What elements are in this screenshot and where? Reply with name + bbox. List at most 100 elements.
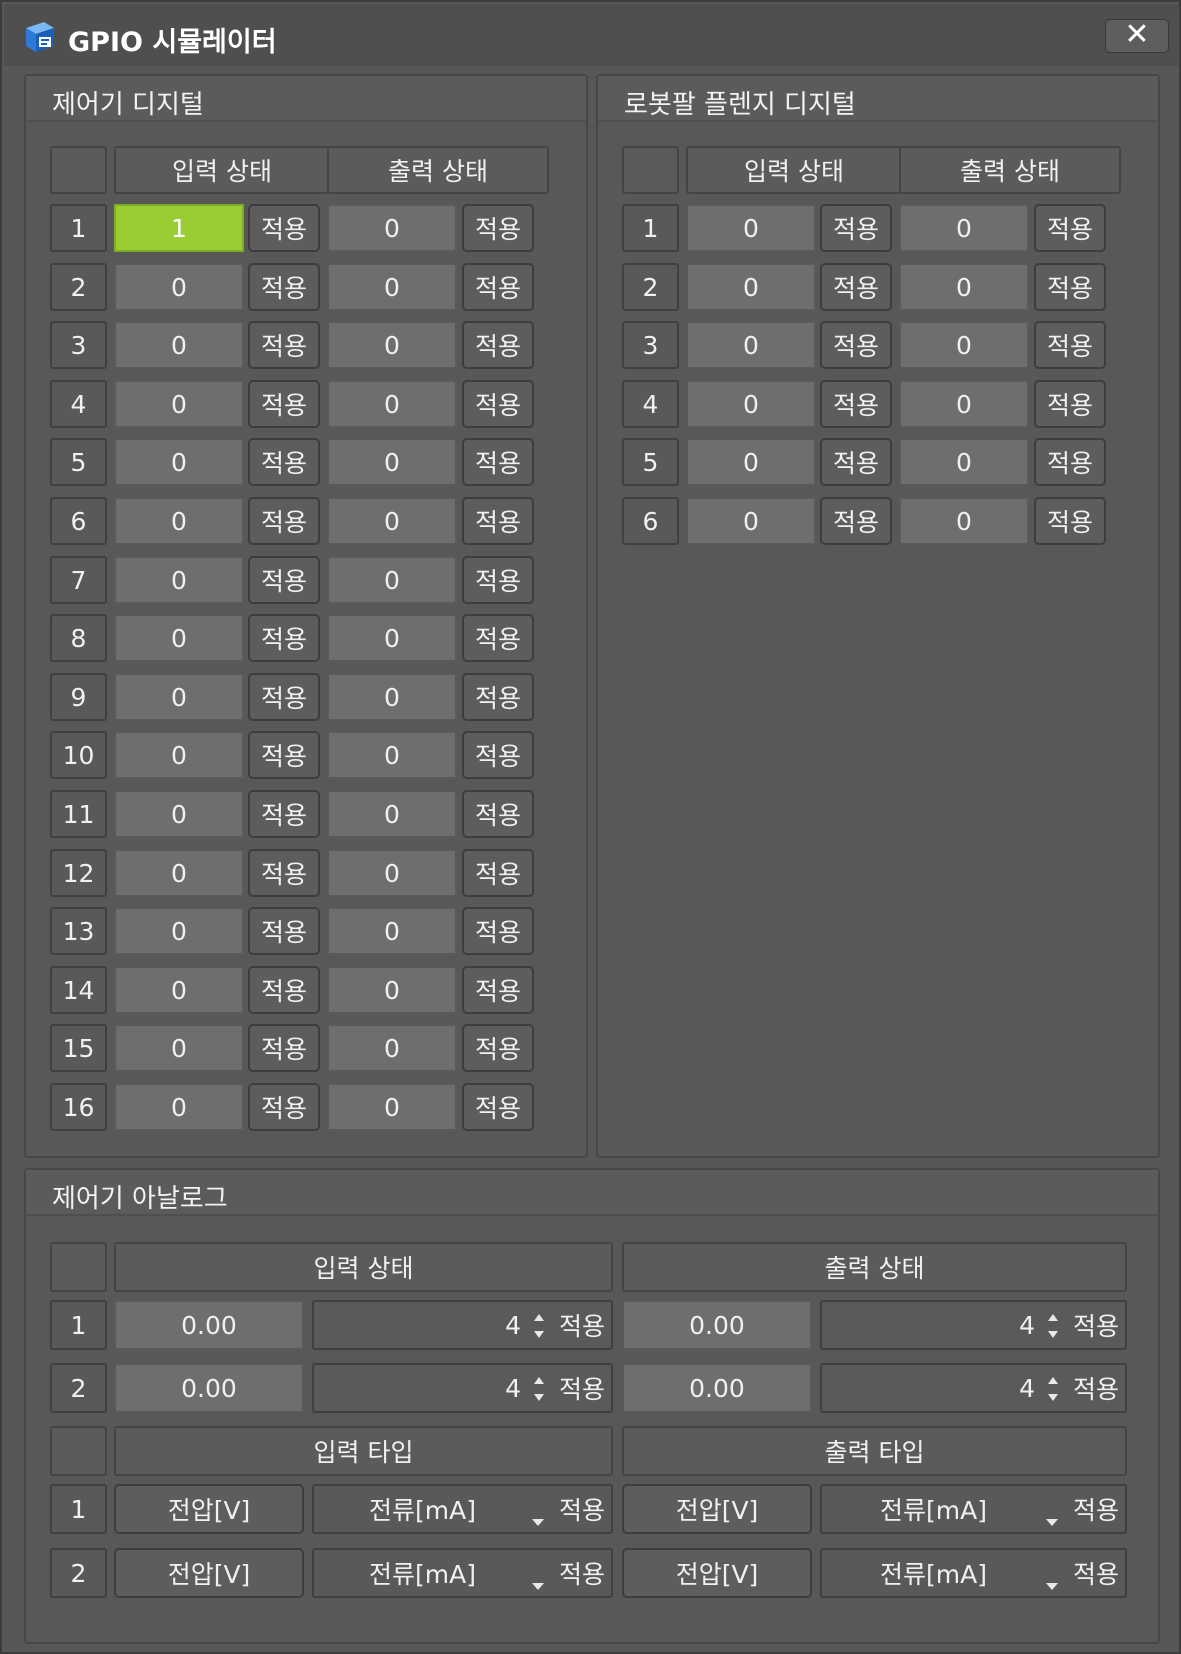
output-state-field[interactable]: 0 xyxy=(327,380,457,428)
output-apply-button[interactable]: 적용 xyxy=(462,849,534,897)
output-apply-button[interactable]: 적용 xyxy=(462,1024,534,1072)
output-apply-button[interactable]: 적용 xyxy=(462,907,534,955)
input-apply-button[interactable]: 적용 xyxy=(248,907,320,955)
output-type-combobox[interactable]: 전류[mA] 적용 xyxy=(820,1484,1127,1534)
output-apply-button[interactable]: 적용 xyxy=(462,614,534,662)
output-state-field[interactable]: 0 xyxy=(327,1024,457,1072)
input-state-field[interactable]: 0 xyxy=(114,1083,244,1131)
input-type-apply-button[interactable]: 적용 xyxy=(559,1486,605,1532)
output-state-field[interactable]: 0 xyxy=(327,1083,457,1131)
input-apply-button[interactable]: 적용 xyxy=(559,1302,605,1348)
output-state-field[interactable]: 0 xyxy=(899,204,1029,252)
input-apply-button[interactable]: 적용 xyxy=(248,1024,320,1072)
output-state-field[interactable]: 0 xyxy=(327,731,457,779)
input-apply-button[interactable]: 적용 xyxy=(820,438,892,486)
output-state-field[interactable]: 0 xyxy=(327,438,457,486)
input-apply-button[interactable]: 적용 xyxy=(820,321,892,369)
output-spinbox[interactable]: 4 적용 xyxy=(820,1363,1127,1413)
input-state-field[interactable]: 0 xyxy=(114,263,244,311)
output-state-field[interactable]: 0 xyxy=(327,673,457,721)
input-spinbox[interactable]: 4 적용 xyxy=(312,1300,613,1350)
input-apply-button[interactable]: 적용 xyxy=(248,966,320,1014)
input-state-field[interactable]: 0 xyxy=(686,263,816,311)
output-state-field[interactable]: 0 xyxy=(899,263,1029,311)
chevron-down-icon[interactable] xyxy=(531,1568,545,1590)
output-state-field[interactable]: 0 xyxy=(899,438,1029,486)
output-type-apply-button[interactable]: 적용 xyxy=(1073,1486,1119,1532)
output-spinbox[interactable]: 4 적용 xyxy=(820,1300,1127,1350)
close-button[interactable]: ✕ xyxy=(1105,19,1169,53)
output-state-field[interactable]: 0 xyxy=(327,263,457,311)
output-state-field[interactable]: 0 xyxy=(327,614,457,662)
input-state-field[interactable]: 0 xyxy=(114,438,244,486)
input-apply-button[interactable]: 적용 xyxy=(248,204,320,252)
input-state-field[interactable]: 0 xyxy=(686,380,816,428)
input-spinbox[interactable]: 4 적용 xyxy=(312,1363,613,1413)
input-state-field[interactable]: 0 xyxy=(686,321,816,369)
output-apply-button[interactable]: 적용 xyxy=(462,321,534,369)
input-apply-button[interactable]: 적용 xyxy=(248,380,320,428)
input-apply-button[interactable]: 적용 xyxy=(248,1083,320,1131)
input-state-field[interactable]: 0 xyxy=(686,497,816,545)
input-apply-button[interactable]: 적용 xyxy=(820,204,892,252)
spin-arrows-icon[interactable] xyxy=(1045,1308,1061,1344)
chevron-down-icon[interactable] xyxy=(531,1504,545,1526)
input-value-field[interactable]: 0.00 xyxy=(114,1300,304,1350)
output-state-field[interactable]: 0 xyxy=(899,321,1029,369)
output-state-field[interactable]: 0 xyxy=(899,497,1029,545)
input-apply-button[interactable]: 적용 xyxy=(820,380,892,428)
input-apply-button[interactable]: 적용 xyxy=(248,556,320,604)
input-apply-button[interactable]: 적용 xyxy=(248,673,320,721)
output-apply-button[interactable]: 적용 xyxy=(1034,497,1106,545)
output-state-field[interactable]: 0 xyxy=(327,849,457,897)
input-state-field[interactable]: 0 xyxy=(114,790,244,838)
output-apply-button[interactable]: 적용 xyxy=(462,497,534,545)
output-state-field[interactable]: 0 xyxy=(327,321,457,369)
input-apply-button[interactable]: 적용 xyxy=(820,263,892,311)
output-state-field[interactable]: 0 xyxy=(327,556,457,604)
output-apply-button[interactable]: 적용 xyxy=(1073,1302,1119,1348)
spin-arrows-icon[interactable] xyxy=(1045,1371,1061,1407)
input-type-combobox[interactable]: 전류[mA] 적용 xyxy=(312,1484,613,1534)
output-apply-button[interactable]: 적용 xyxy=(462,438,534,486)
spin-arrows-icon[interactable] xyxy=(531,1308,547,1344)
output-apply-button[interactable]: 적용 xyxy=(462,790,534,838)
input-apply-button[interactable]: 적용 xyxy=(820,497,892,545)
input-apply-button[interactable]: 적용 xyxy=(248,497,320,545)
input-state-field[interactable]: 0 xyxy=(114,380,244,428)
input-state-field[interactable]: 0 xyxy=(686,438,816,486)
output-value-field[interactable]: 0.00 xyxy=(622,1300,812,1350)
output-value-field[interactable]: 0.00 xyxy=(622,1363,812,1413)
input-value-field[interactable]: 0.00 xyxy=(114,1363,304,1413)
output-state-field[interactable]: 0 xyxy=(327,907,457,955)
input-apply-button[interactable]: 적용 xyxy=(559,1365,605,1411)
output-apply-button[interactable]: 적용 xyxy=(462,731,534,779)
input-state-field[interactable]: 0 xyxy=(114,731,244,779)
input-apply-button[interactable]: 적용 xyxy=(248,263,320,311)
input-apply-button[interactable]: 적용 xyxy=(248,731,320,779)
input-apply-button[interactable]: 적용 xyxy=(248,438,320,486)
input-apply-button[interactable]: 적용 xyxy=(248,849,320,897)
output-apply-button[interactable]: 적용 xyxy=(462,1083,534,1131)
input-state-field[interactable]: 0 xyxy=(114,321,244,369)
input-state-field[interactable]: 0 xyxy=(114,673,244,721)
input-apply-button[interactable]: 적용 xyxy=(248,790,320,838)
output-state-field[interactable]: 0 xyxy=(327,497,457,545)
input-state-field[interactable]: 0 xyxy=(114,556,244,604)
input-type-combobox[interactable]: 전류[mA] 적용 xyxy=(312,1548,613,1598)
output-state-field[interactable]: 0 xyxy=(327,966,457,1014)
input-apply-button[interactable]: 적용 xyxy=(248,321,320,369)
output-voltage-button[interactable]: 전압[V] xyxy=(622,1484,812,1534)
output-apply-button[interactable]: 적용 xyxy=(462,966,534,1014)
output-apply-button[interactable]: 적용 xyxy=(462,263,534,311)
input-state-field[interactable]: 0 xyxy=(686,204,816,252)
output-apply-button[interactable]: 적용 xyxy=(462,673,534,721)
input-state-field[interactable]: 0 xyxy=(114,497,244,545)
output-voltage-button[interactable]: 전압[V] xyxy=(622,1548,812,1598)
output-apply-button[interactable]: 적용 xyxy=(1034,380,1106,428)
input-state-field[interactable]: 0 xyxy=(114,966,244,1014)
chevron-down-icon[interactable] xyxy=(1045,1504,1059,1526)
input-state-field[interactable]: 0 xyxy=(114,1024,244,1072)
input-state-field[interactable]: 0 xyxy=(114,614,244,662)
input-voltage-button[interactable]: 전압[V] xyxy=(114,1484,304,1534)
